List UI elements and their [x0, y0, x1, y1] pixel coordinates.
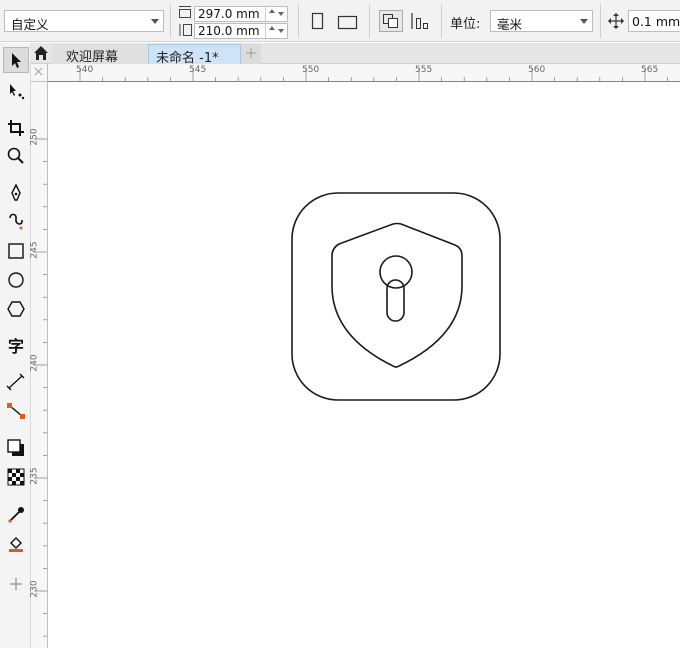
pen-nib-icon: [11, 183, 21, 201]
crop-tool-button[interactable]: [3, 115, 29, 141]
polygon-tool-button[interactable]: [3, 296, 29, 322]
connector-icon: [7, 403, 25, 419]
artistic-media-tool-button[interactable]: [3, 209, 29, 235]
dimension-line-icon: [6, 373, 25, 391]
toolbar-separator: [600, 4, 601, 38]
brush-curve-icon: [9, 213, 23, 230]
ruler-label: 230: [29, 580, 40, 598]
chevron-down-icon: [151, 19, 159, 24]
shape-edit-icon: [10, 84, 25, 100]
text-character-icon: 字: [8, 337, 24, 356]
toolbar-separator: [298, 4, 299, 38]
ruler-label: 240: [29, 354, 40, 372]
toolbar-separator: [170, 4, 171, 38]
page-width-spinner[interactable]: [265, 7, 287, 21]
horizontal-ruler-ticks: [48, 68, 680, 82]
interactive-fill-tool-button[interactable]: [3, 531, 29, 557]
plus-icon: [10, 578, 22, 590]
pick-tool-button[interactable]: [3, 47, 29, 73]
shield-outline[interactable]: [331, 222, 463, 368]
magnifier-icon: [7, 147, 24, 164]
rectangle-icon: [8, 243, 24, 259]
ruler-label: 550: [302, 65, 320, 75]
new-tab-button[interactable]: [241, 44, 261, 64]
checkerboard-icon: [7, 468, 25, 486]
chevron-down-icon: [580, 19, 588, 24]
eyedropper-tool-button[interactable]: [3, 502, 29, 528]
keyhole-circle[interactable]: [379, 255, 413, 289]
page-size-preset-value: 自定义: [11, 17, 49, 32]
landscape-orientation-icon[interactable]: [337, 13, 359, 31]
units-dropdown[interactable]: 毫米: [490, 10, 593, 32]
horizontal-ruler[interactable]: 540 545 550 555 560 565: [48, 64, 680, 82]
pointer-arrow-icon: [12, 53, 21, 68]
nudge-distance-icon: [608, 13, 624, 29]
toolbox: 字: [0, 43, 31, 648]
page-height-value: 210.0 mm: [198, 24, 260, 38]
all-pages-icon[interactable]: [379, 10, 403, 32]
nudge-distance-field[interactable]: 0.1 mm: [628, 10, 680, 32]
page-height-field[interactable]: 210.0 mm: [194, 23, 288, 39]
portrait-orientation-icon[interactable]: [311, 12, 325, 30]
units-value: 毫米: [497, 17, 523, 32]
tab-untitled-document[interactable]: 未命名 -1*: [148, 44, 241, 66]
drawing-canvas[interactable]: [49, 83, 680, 648]
property-bar: 自定义 297.0 mm 210.0 mm 单位: 毫米 0.1 mm: [0, 0, 680, 42]
zoom-tool-button[interactable]: [3, 143, 29, 169]
ruler-label: 250: [29, 128, 40, 146]
ruler-label: 555: [415, 65, 433, 75]
nudge-distance-value: 0.1 mm: [632, 14, 680, 29]
dimension-tool-button[interactable]: [3, 369, 29, 395]
ruler-label: 245: [29, 241, 40, 259]
ruler-label: 235: [29, 467, 40, 485]
page-width-field[interactable]: 297.0 mm: [194, 6, 288, 22]
drop-shadow-icon: [7, 439, 24, 456]
ruler-label: 565: [641, 65, 659, 75]
svg-text:字: 字: [8, 337, 24, 356]
page-height-spinner[interactable]: [265, 24, 287, 38]
units-label: 单位:: [450, 17, 481, 32]
canvas-drawing: [291, 192, 501, 401]
tab-welcome-screen[interactable]: 欢迎屏幕: [52, 44, 148, 65]
ruler-origin-icon: [34, 67, 43, 76]
add-tool-button[interactable]: [3, 571, 29, 597]
connector-tool-button[interactable]: [3, 398, 29, 424]
paint-bucket-icon: [9, 537, 23, 552]
toolbar-separator: [369, 4, 370, 38]
page-width-icon: [179, 6, 191, 18]
page-height-icon: [179, 24, 192, 36]
ellipse-icon: [8, 272, 24, 288]
current-page-icon[interactable]: [410, 11, 432, 31]
eyedropper-icon: [8, 507, 24, 523]
home-icon[interactable]: [33, 45, 49, 61]
vertical-ruler[interactable]: 250 245 240 235 230: [29, 82, 48, 648]
rectangle-tool-button[interactable]: [3, 238, 29, 264]
ruler-label: 540: [76, 65, 94, 75]
plus-icon: [246, 48, 256, 58]
text-tool-button[interactable]: 字: [3, 333, 29, 359]
ellipse-tool-button[interactable]: [3, 267, 29, 293]
toolbar-separator: [441, 4, 442, 38]
tab-label: 欢迎屏幕: [66, 50, 119, 65]
hexagon-icon: [7, 301, 25, 317]
page-size-preset-dropdown[interactable]: 自定义: [4, 10, 164, 32]
ruler-label: 560: [528, 65, 546, 75]
page-width-value: 297.0 mm: [198, 7, 260, 21]
ruler-label: 545: [189, 65, 207, 75]
freehand-tool-button[interactable]: [3, 180, 29, 206]
shape-tool-button[interactable]: [3, 78, 29, 104]
document-tab-bar: 欢迎屏幕 未命名 -1*: [30, 43, 680, 66]
transparency-tool-button[interactable]: [3, 464, 29, 490]
drop-shadow-tool-button[interactable]: [3, 435, 29, 461]
ruler-origin-corner[interactable]: [31, 64, 48, 82]
crop-icon: [8, 120, 24, 136]
